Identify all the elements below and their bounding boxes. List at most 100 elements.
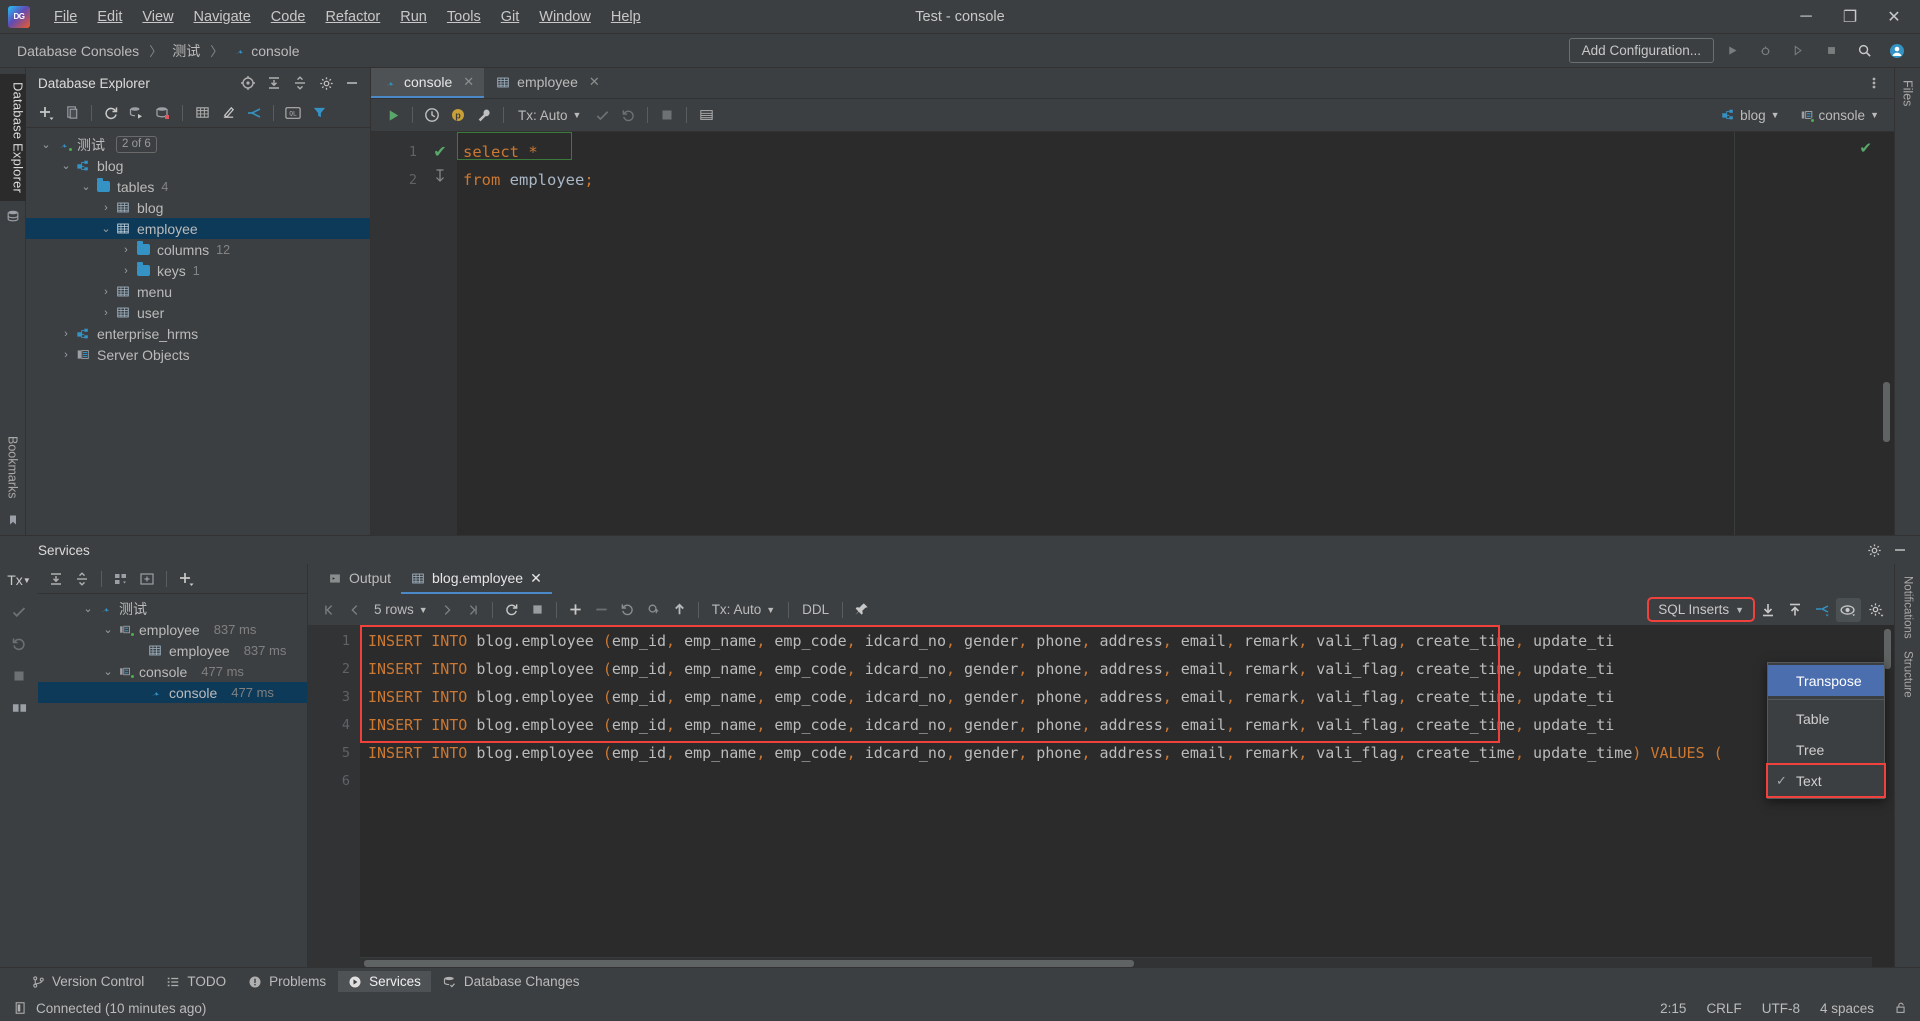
bookmark-icon[interactable] xyxy=(7,513,19,527)
close-button[interactable]: ✕ xyxy=(1872,1,1916,33)
twisty-icon[interactable]: ⌄ xyxy=(100,623,116,636)
menu-help[interactable]: Help xyxy=(601,5,651,29)
last-page-icon[interactable] xyxy=(461,598,486,622)
tree-node-table-menu[interactable]: › menu xyxy=(26,281,370,302)
run-icon[interactable] xyxy=(1717,38,1747,64)
expand-all-icon[interactable] xyxy=(44,567,68,591)
close-icon[interactable]: ✕ xyxy=(589,74,600,90)
twisty-icon[interactable]: ⌄ xyxy=(80,602,96,615)
result-text[interactable]: INSERT INTO blog.employee (emp_id, emp_n… xyxy=(360,625,1872,967)
context-menu-item-transpose[interactable]: Transpose xyxy=(1768,665,1884,696)
rollback-icon[interactable] xyxy=(6,632,32,656)
submit-icon[interactable] xyxy=(667,598,692,622)
context-menu-item-tree[interactable]: Tree xyxy=(1768,734,1884,765)
execute-icon[interactable] xyxy=(381,103,405,127)
tree-node-server-objects[interactable]: › Server Objects xyxy=(26,344,370,365)
menu-tools[interactable]: Tools xyxy=(437,5,491,29)
twisty-icon[interactable]: › xyxy=(98,286,114,298)
tab-console[interactable]: console ✕ xyxy=(371,68,485,98)
close-icon[interactable]: ✕ xyxy=(463,74,474,90)
service-node-query-console[interactable]: console 477 ms xyxy=(38,682,307,703)
service-node-session-employee[interactable]: ⌄ employee 837 ms xyxy=(38,619,307,640)
first-page-icon[interactable] xyxy=(316,598,341,622)
menu-view[interactable]: View xyxy=(132,5,183,29)
close-icon[interactable]: ✕ xyxy=(530,570,542,587)
add-icon[interactable] xyxy=(174,567,198,591)
collapse-all-icon[interactable] xyxy=(288,71,312,95)
hide-panel-icon[interactable] xyxy=(340,71,364,95)
twisty-icon[interactable]: ⌄ xyxy=(98,222,114,235)
menu-git[interactable]: Git xyxy=(491,5,530,29)
twisty-icon[interactable]: › xyxy=(98,202,114,214)
search-everywhere-icon[interactable] xyxy=(1849,38,1879,64)
service-node-session-console[interactable]: ⌄ console 477 ms xyxy=(38,661,307,682)
hide-panel-icon[interactable] xyxy=(1888,538,1912,562)
run-script-icon[interactable] xyxy=(125,101,149,125)
twisty-icon[interactable]: ⌄ xyxy=(38,138,54,151)
menu-run[interactable]: Run xyxy=(390,5,437,29)
upload-icon[interactable] xyxy=(1782,598,1807,622)
result-horizontal-scrollbar[interactable] xyxy=(360,957,1872,967)
stop-icon[interactable] xyxy=(1816,38,1846,64)
inspection-ok-icon[interactable]: ✔ xyxy=(1859,139,1872,157)
menu-refactor[interactable]: Refactor xyxy=(315,5,390,29)
twisty-icon[interactable]: ⌄ xyxy=(58,159,74,172)
transaction-mode-dropdown[interactable]: Tx: Auto ▼ xyxy=(511,105,588,126)
next-page-icon[interactable] xyxy=(435,598,460,622)
database-diff-icon[interactable] xyxy=(151,101,175,125)
menu-code[interactable]: Code xyxy=(261,5,316,29)
wrench-icon[interactable] xyxy=(472,103,496,127)
twisty-icon[interactable]: ⌄ xyxy=(100,665,116,678)
rail-files[interactable]: Files xyxy=(1901,74,1915,112)
result-transaction-dropdown[interactable]: Tx: Auto ▼ xyxy=(705,599,782,620)
compare-icon[interactable] xyxy=(1809,598,1834,622)
modify-icon[interactable] xyxy=(216,101,240,125)
maximize-button[interactable]: ❐ xyxy=(1828,1,1872,33)
tree-node-table-blog[interactable]: › blog xyxy=(26,197,370,218)
rollback-icon[interactable] xyxy=(616,103,640,127)
editor-scrollbar[interactable] xyxy=(1883,382,1890,442)
run-coverage-icon[interactable] xyxy=(1783,38,1813,64)
history-icon[interactable] xyxy=(420,103,444,127)
refresh-icon[interactable] xyxy=(499,598,524,622)
schema-selector[interactable]: blog ▼ xyxy=(1714,105,1786,126)
expand-all-icon[interactable] xyxy=(262,71,286,95)
service-node-query-employee[interactable]: employee 837 ms xyxy=(38,640,307,661)
commit-icon[interactable] xyxy=(590,103,614,127)
add-icon[interactable] xyxy=(34,101,58,125)
caret-position[interactable]: 2:15 xyxy=(1660,1001,1686,1016)
twisty-icon[interactable]: › xyxy=(118,265,134,277)
minimize-button[interactable]: ─ xyxy=(1784,1,1828,33)
query-console-icon[interactable]: QL xyxy=(281,101,305,125)
menu-file[interactable]: File xyxy=(44,5,87,29)
tree-node-table-employee[interactable]: ⌄ employee xyxy=(26,218,370,239)
editor-code[interactable]: select * from employee; xyxy=(457,132,1734,535)
download-icon[interactable] xyxy=(1755,598,1780,622)
tab-employee[interactable]: employee ✕ xyxy=(484,68,610,98)
copy-icon[interactable] xyxy=(60,101,84,125)
debug-icon[interactable] xyxy=(1750,38,1780,64)
tree-node-schema-blog[interactable]: ⌄ blog xyxy=(26,155,370,176)
prev-page-icon[interactable] xyxy=(342,598,367,622)
revert-icon[interactable] xyxy=(615,598,640,622)
stop-icon[interactable] xyxy=(6,664,32,688)
add-configuration-button[interactable]: Add Configuration... xyxy=(1568,38,1714,63)
stop-icon[interactable] xyxy=(525,598,550,622)
lock-icon[interactable] xyxy=(1894,1001,1908,1015)
file-encoding[interactable]: UTF-8 xyxy=(1762,1001,1800,1016)
menu-navigate[interactable]: Navigate xyxy=(184,5,261,29)
menu-window[interactable]: Window xyxy=(529,5,601,29)
tree-node-schema-enterprise-hrms[interactable]: › enterprise_hrms xyxy=(26,323,370,344)
database-stack-icon[interactable] xyxy=(6,209,20,223)
export-format-dropdown[interactable]: SQL Inserts ▼ xyxy=(1647,597,1755,622)
twisty-icon[interactable]: › xyxy=(58,349,74,361)
toolwindow-database-changes[interactable]: Database Changes xyxy=(433,971,590,992)
locate-icon[interactable] xyxy=(236,71,260,95)
rail-notifications[interactable]: Notifications xyxy=(1902,570,1914,645)
tree-node-table-user[interactable]: › user xyxy=(26,302,370,323)
settings-icon[interactable] xyxy=(1862,538,1886,562)
result-content[interactable]: 1 2 3 4 5 6 INSERT INTO blog.employee (e… xyxy=(308,625,1894,967)
session-selector[interactable]: console ▼ xyxy=(1793,105,1886,126)
stop-icon[interactable] xyxy=(655,103,679,127)
sql-editor[interactable]: 1 2 ✔ select * from employee; ✔ xyxy=(371,132,1894,535)
